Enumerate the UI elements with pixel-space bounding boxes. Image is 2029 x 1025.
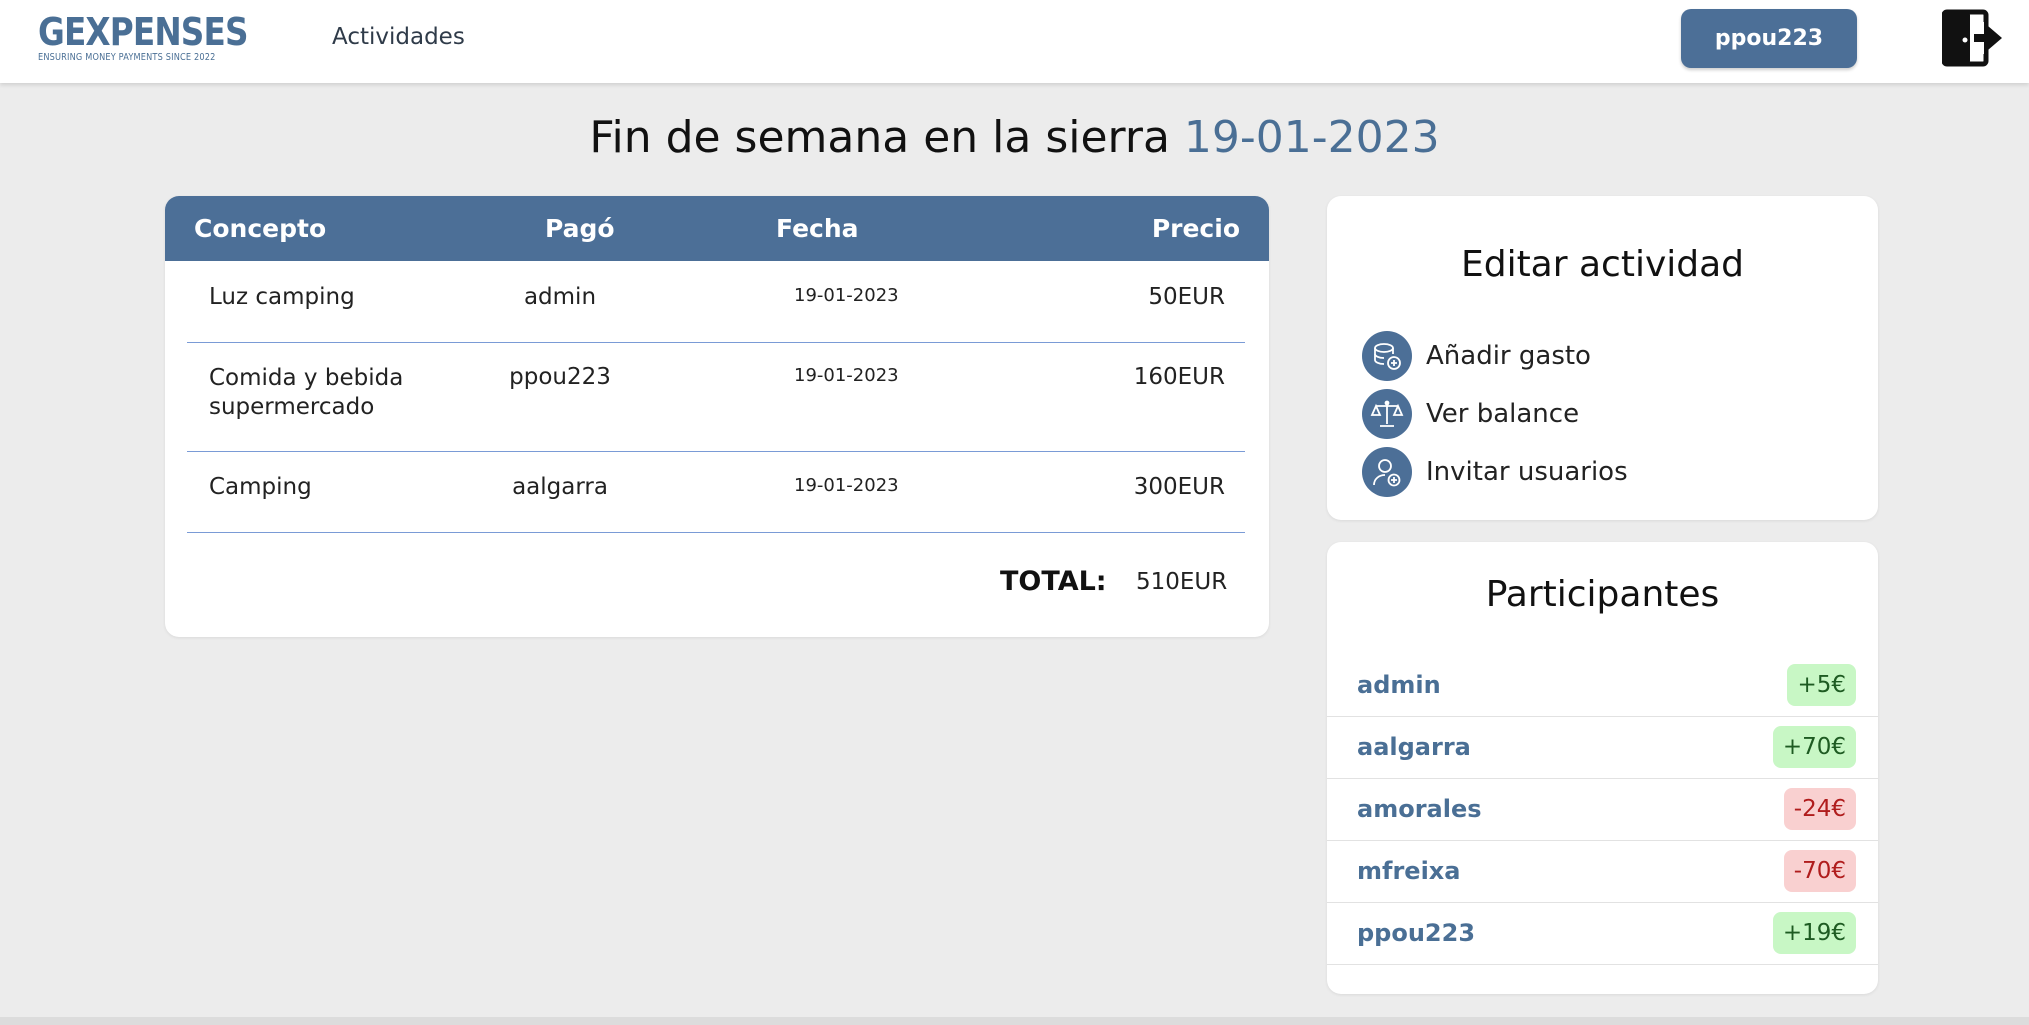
cell-price: 300EUR — [1133, 474, 1225, 500]
table-header: Concepto Pagó Fecha Precio — [165, 196, 1269, 261]
cell-concept: Luz camping — [209, 284, 355, 310]
invite-user-icon — [1362, 447, 1412, 497]
cell-price: 50EUR — [1148, 284, 1225, 310]
page-title: Fin de semana en la sierra 19-01-2023 — [0, 112, 2029, 163]
invite-users-label: Invitar usuarios — [1426, 457, 1628, 487]
edit-activity-title: Editar actividad — [1460, 244, 1745, 285]
participants-card: Participantes admin +5€ aalgarra +70€ am… — [1327, 542, 1878, 994]
column-header-price: Precio — [1151, 214, 1240, 243]
balance-badge: +70€ — [1772, 726, 1856, 768]
cell-paid-by: aalgarra — [512, 474, 608, 500]
participant-row[interactable]: mfreixa -70€ — [1327, 840, 1878, 903]
participant-name[interactable]: amorales — [1357, 795, 1482, 823]
balance-scale-icon — [1362, 389, 1412, 439]
user-menu-button[interactable]: ppou223 — [1681, 9, 1857, 68]
balance-badge: -70€ — [1783, 850, 1856, 892]
participant-name[interactable]: ppou223 — [1357, 919, 1475, 947]
column-header-paid-by: Pagó — [545, 214, 615, 243]
top-navbar: GEXPENSES ENSURING MONEY PAYMENTS SINCE … — [0, 0, 2029, 83]
brand-name: GEXPENSES — [38, 10, 248, 54]
participant-row[interactable]: ppou223 +19€ — [1327, 902, 1878, 965]
participant-name[interactable]: aalgarra — [1357, 733, 1471, 761]
total-value: 510EUR — [1136, 569, 1228, 595]
cell-paid-by: ppou223 — [509, 364, 611, 390]
logout-icon[interactable] — [1941, 8, 2004, 68]
participant-name[interactable]: mfreixa — [1357, 857, 1460, 885]
column-header-date: Fecha — [776, 214, 859, 243]
participant-name[interactable]: admin — [1357, 671, 1441, 699]
footer-strip — [0, 1017, 2029, 1025]
cell-date: 19-01-2023 — [794, 365, 899, 386]
brand-logo[interactable]: GEXPENSES ENSURING MONEY PAYMENTS SINCE … — [38, 12, 282, 63]
participant-row[interactable]: amorales -24€ — [1327, 778, 1878, 841]
cell-date: 19-01-2023 — [794, 475, 899, 496]
view-balance-label: Ver balance — [1426, 399, 1580, 429]
brand-tagline: ENSURING MONEY PAYMENTS SINCE 2022 — [38, 52, 216, 63]
expenses-table: Concepto Pagó Fecha Precio Luz camping a… — [165, 196, 1269, 637]
cell-price: 160EUR — [1133, 364, 1225, 390]
participants-title: Participantes — [1485, 574, 1720, 615]
edit-activity-card: Editar actividad Añadir gasto Ver balanc… — [1327, 196, 1878, 520]
column-header-concept: Concepto — [194, 214, 327, 243]
row-divider — [187, 342, 1245, 343]
activity-name: Fin de semana en la sierra — [589, 112, 1170, 163]
balance-badge: -24€ — [1783, 788, 1856, 830]
cell-date: 19-01-2023 — [794, 285, 899, 306]
invite-users-action[interactable]: Invitar usuarios — [1362, 446, 1628, 498]
cell-concept: Camping — [209, 474, 312, 500]
participant-row[interactable]: admin +5€ — [1327, 654, 1878, 717]
participant-row[interactable]: aalgarra +70€ — [1327, 716, 1878, 779]
add-expense-label: Añadir gasto — [1426, 341, 1591, 371]
total-label: TOTAL: — [1000, 566, 1107, 597]
activity-date: 19-01-2023 — [1183, 112, 1440, 163]
row-divider — [187, 451, 1245, 452]
add-expense-action[interactable]: Añadir gasto — [1362, 330, 1591, 382]
row-divider — [187, 532, 1245, 533]
add-expense-icon — [1362, 331, 1412, 381]
balance-badge: +19€ — [1772, 912, 1856, 954]
nav-link-activities[interactable]: Actividades — [332, 24, 465, 50]
cell-paid-by: admin — [523, 284, 597, 310]
view-balance-action[interactable]: Ver balance — [1362, 388, 1579, 440]
balance-badge: +5€ — [1787, 664, 1856, 706]
cell-concept: Comida y bebida supermercado — [209, 365, 404, 420]
